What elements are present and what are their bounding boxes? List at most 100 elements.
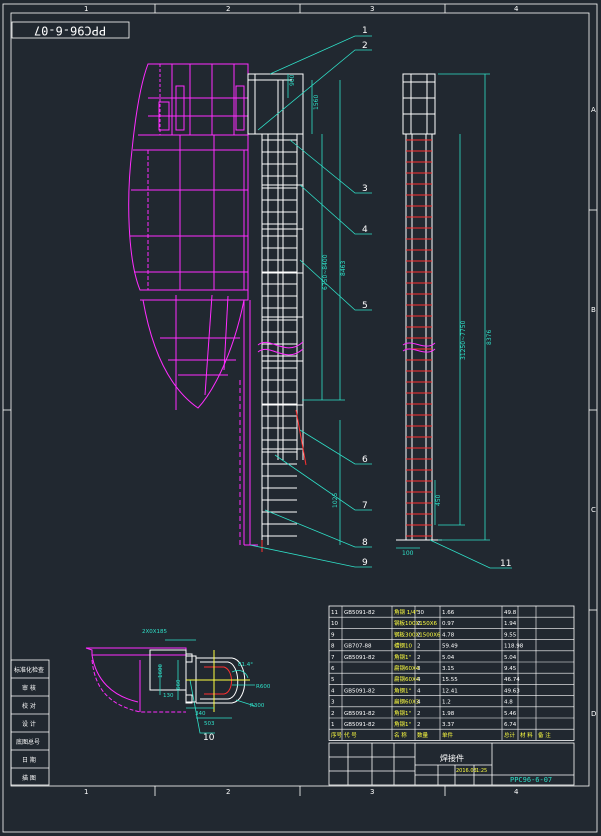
dim-text: 130 [163, 693, 174, 699]
parts-header-mat: 材 料 [520, 731, 533, 739]
dim-text: R300 [250, 703, 265, 709]
parts-cell-qty: 2 [417, 655, 421, 661]
parts-header-note: 备 注 [538, 731, 551, 739]
signoff-label: 日 期 [22, 756, 36, 764]
dim-text: 1600 [158, 664, 164, 678]
parts-cell-std: GB5091-82 [344, 610, 375, 616]
parts-cell-w2: 6.74 [504, 722, 517, 728]
parts-cell-w1: 3.15 [442, 666, 455, 672]
parts-cell-w1: 4.78 [442, 632, 455, 638]
parts-cell-no: 11 [331, 610, 338, 616]
parts-cell-no: 8 [331, 644, 335, 650]
parts-cell-w2: 9.55 [504, 632, 517, 638]
parts-cell-qty: 2 [417, 711, 421, 717]
dim-text: R600 [256, 684, 271, 690]
parts-cell-w1: 3.37 [442, 722, 455, 728]
callout-6: 6 [362, 455, 368, 465]
parts-cell-name: 槽钢10 [394, 642, 412, 650]
callout-5: 5 [362, 301, 368, 311]
parts-cell-std: GB5091-82 [344, 688, 375, 694]
parts-header-std: 代 号 [344, 731, 357, 739]
parts-cell-name: 扁钢60X3 [394, 698, 420, 706]
parts-cell-std: GB5091-82 [344, 655, 375, 661]
drawing-number-rotated: PPC96-6-07 [34, 24, 106, 38]
col-mark-top: 1 [84, 5, 88, 13]
drawing-title: 焊接件 [440, 753, 464, 763]
parts-header-w1: 单件 [442, 731, 454, 739]
col-mark-top: 4 [514, 5, 519, 13]
parts-cell-name: 角钢 1/4" [394, 608, 418, 616]
parts-cell-qty: 3 [417, 666, 421, 672]
row-mark: C [591, 506, 596, 514]
cad-drawing: 1 2 3 4 1 2 3 4 A B C D PPC96-6-07 900 1… [2, 3, 598, 833]
callout-4: 4 [362, 225, 368, 235]
parts-cell-no: 1 [331, 722, 335, 728]
parts-cell-w1: 5.04 [442, 655, 455, 661]
parts-header-qty: 数量 [417, 731, 429, 739]
parts-cell-qty: 2 [417, 632, 421, 638]
ladder-bottom [261, 409, 307, 552]
ladder-front-break [402, 342, 436, 353]
parts-cell-w2: 49.63 [504, 688, 520, 694]
parts-cell-qty: 2 [417, 621, 421, 627]
col-mark-bottom: 1 [84, 788, 88, 796]
plan-view [85, 647, 250, 713]
plan-dimensions [159, 639, 256, 719]
parts-cell-qty: 4 [417, 677, 421, 683]
row-mark: A [591, 106, 596, 114]
callout-2: 2 [362, 41, 368, 51]
parts-cell-std: GB5091-82 [344, 722, 375, 728]
parts-cell-name: 扁钢60X4 [394, 664, 420, 672]
col-mark-bottom: 2 [226, 788, 230, 796]
parts-cell-no: 9 [331, 632, 335, 638]
ladder-side-view [247, 73, 304, 545]
drawing-number-rotated-box: PPC96-6-07 [11, 21, 130, 39]
col-mark-bottom: 4 [514, 788, 519, 796]
drawing-number: PPC96-6-07 [510, 776, 552, 784]
parts-cell-w2: 46.74 [504, 677, 520, 683]
hopper-structure [128, 63, 258, 546]
row-mark: B [591, 306, 596, 314]
parts-cell-no: 7 [331, 655, 335, 661]
dim-text: 340 [195, 711, 206, 717]
col-mark-bottom: 3 [370, 788, 374, 796]
scale-value: 1:25 [476, 768, 487, 774]
dim-text: 8463 [340, 261, 347, 276]
signoff-label: 审 核 [22, 684, 36, 692]
parts-cell-name: 角钢1" [394, 653, 411, 661]
signoff-label: 校 对 [22, 702, 36, 710]
dim-text: 2X0X185 [142, 629, 168, 635]
parts-cell-std: GB707-88 [344, 644, 372, 650]
col-mark-top: 2 [226, 5, 230, 13]
parts-header-no: 序号 [331, 731, 343, 739]
signoff-label: 标准化检查 [14, 666, 44, 674]
title-block-texts: 焊接件 1:25 2016.03 PPC96-6-07 [440, 753, 552, 784]
parts-cell-w1: 59.49 [442, 644, 458, 650]
parts-cell-w1: 1.98 [442, 711, 455, 717]
parts-cell-name: 角钢1" [394, 720, 411, 728]
callout-7: 7 [362, 501, 368, 511]
dim-text: 81.4° [238, 662, 253, 668]
dim-text: 6750~8400 [322, 254, 329, 290]
callout-8: 8 [362, 538, 368, 548]
parts-cell-qty: 4 [417, 688, 421, 694]
parts-cell-no: 10 [331, 621, 338, 627]
parts-table: 11 GB5091-82 角钢 1/4"30 1.66 49.8 10 钢板100X150X… [328, 605, 575, 741]
parts-cell-no: 4 [331, 688, 335, 694]
col-mark-top: 3 [370, 5, 374, 13]
ladder-rungs-front [406, 139, 432, 537]
parts-cell-name: 角钢1" [394, 709, 411, 717]
dim-text: 503 [204, 721, 215, 727]
parts-cell-qty: 2 [417, 644, 421, 650]
parts-cell-w1: 12.41 [442, 688, 458, 694]
parts-cell-w2: 5.04 [504, 655, 517, 661]
dim-text: 660 [176, 679, 182, 690]
parts-cell-w2: 1.94 [504, 621, 517, 627]
callout-10: 10 [203, 733, 215, 743]
parts-cell-w1: 1.2 [442, 700, 451, 706]
parts-cell-std: GB5091-82 [344, 711, 375, 717]
parts-cell-name: 钢板100X150X6 [394, 619, 438, 627]
parts-header-name: 名 称 [394, 731, 407, 739]
parts-cell-qty: 30 [417, 610, 424, 616]
row-mark: D [591, 710, 596, 718]
